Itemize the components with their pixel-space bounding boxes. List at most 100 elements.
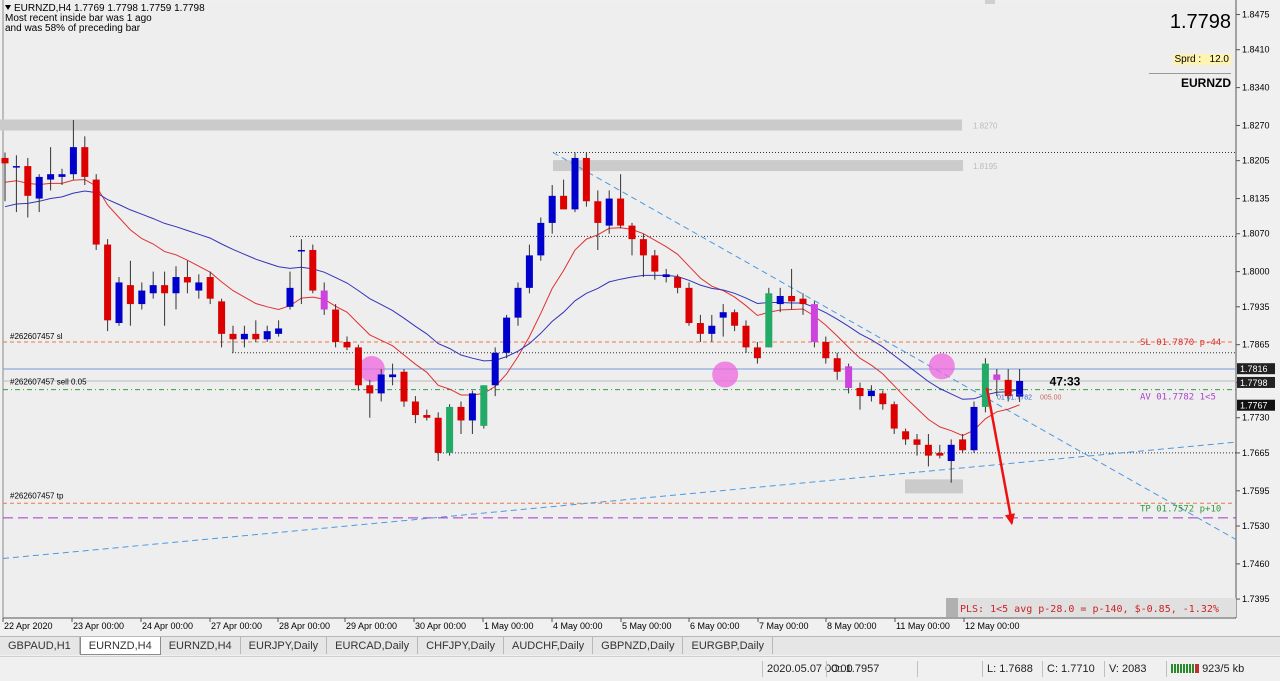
candle-body [446,406,454,453]
candle-body [411,401,419,416]
candle-body [218,301,226,334]
resistance-zone [0,119,962,131]
candle-body [309,249,317,291]
candle-body [674,277,682,288]
sl-right-label: SL 01.7870 p-44 [1140,338,1221,348]
y-tick-label: 1.8475 [1242,10,1270,20]
collapse-triangle-icon[interactable] [5,5,11,10]
candle-body [890,404,898,429]
candle-body [81,147,89,177]
status-close: C: 1.7710 [1042,661,1099,677]
inside-bar-info-2: and was 58% of preceding bar [5,23,141,34]
candle-body [491,352,499,386]
candle-body [115,282,123,324]
chart-tab[interactable]: EURNZD,H4 [161,637,241,654]
candle-body [902,431,910,440]
candle-body [810,304,818,342]
candle-body [867,390,875,397]
chart-tab[interactable]: GBPAUD,H1 [0,637,80,654]
candle-body [560,195,568,210]
chart-tab[interactable]: EURJPY,Daily [241,637,328,654]
x-tick-label: 30 Apr 00:00 [415,621,466,631]
y-tick-label: 1.7865 [1242,340,1270,350]
y-tick-label: 1.7935 [1242,302,1270,312]
candle-body [252,333,260,340]
candle-body [788,295,796,302]
candle-body [981,363,989,407]
chart-tab[interactable]: GBPNZD,Daily [593,637,684,654]
candle [537,217,545,261]
status-bar: 2020.05.07 00:00 O: 1.7957 L: 1.7688 C: … [0,656,1280,681]
candle-body [685,287,693,324]
candle [765,287,773,348]
candle-body [332,309,340,342]
y-tick-label: 1.7395 [1242,594,1270,604]
y-tick-label: 1.8000 [1242,267,1270,277]
candle-body [856,387,864,397]
candle-body [913,439,921,445]
spread-display: Sprd : 12.0 [1172,54,1231,65]
y-tick-label: 1.8340 [1242,83,1270,93]
x-tick-label: 29 Apr 00:00 [346,621,397,631]
status-low: L: 1.7688 [982,661,1037,677]
supply-zone-label: 1.8195 [973,162,998,171]
candle-body [92,179,100,245]
status-open: O: 1.7957 [826,661,883,677]
tp-right-label: TP 01.7572 p+10 [1140,504,1221,514]
candle-body [514,287,522,318]
candle-body [879,393,887,405]
candle-body [297,249,305,252]
status-high-empty [917,661,984,677]
candle-body [537,222,545,256]
status-traffic: 923/5 kb [1166,661,1248,677]
chart-tab[interactable]: CHFJPY,Daily [418,637,505,654]
candle [981,358,989,413]
candle [446,404,454,456]
candle [480,385,488,429]
candle-body [12,166,20,168]
pattern-highlight-circle-3 [928,353,955,380]
candle-body [161,285,169,294]
chart-tab[interactable]: AUDCHF,Daily [504,637,594,654]
price-chart[interactable]: 1.8270 1.8195 47:33 #262607457 sl #262607457… [0,0,1280,636]
x-tick-label: 24 Apr 00:00 [142,621,193,631]
candle-body [468,393,476,421]
candle-body [366,385,374,394]
candle-body [628,225,636,240]
bid-price-tag: 1.7798 [1240,378,1268,388]
chart-tab[interactable]: EURCAD,Daily [327,637,419,654]
candle-body [594,201,602,223]
sell-price-tag: 1.7767 [1240,401,1268,411]
chart-tab[interactable]: EURNZD,H4 [79,637,161,655]
candle-body [480,385,488,426]
x-tick-label: 28 Apr 00:00 [279,621,330,631]
candle [810,301,818,348]
resistance-zone-label: 1.8270 [973,121,998,130]
candle [92,174,100,250]
x-tick-label: 11 May 00:00 [896,621,950,631]
y-tick-label: 1.8135 [1242,194,1270,204]
chart-tab[interactable]: EURGBP,Daily [683,637,774,654]
x-tick-label: 22 Apr 2020 [4,621,53,631]
candle-body [571,157,579,210]
y-tick-label: 1.7595 [1242,486,1270,496]
candle-body [525,255,533,288]
y-tick-label: 1.8410 [1242,45,1270,55]
candle-body [708,325,716,334]
sl-order-label: #262607457 sl [10,332,63,341]
x-tick-label: 1 May 00:00 [484,621,534,631]
candle-body [240,333,248,340]
candle-body [548,195,556,223]
candle-body [172,277,180,294]
pl-panel-marker [946,598,958,617]
x-tick-label: 5 May 00:00 [622,621,672,631]
candle-body [936,452,944,456]
candle-body [457,406,465,421]
candle-body [947,444,955,462]
traffic-bars-icon [1171,664,1199,673]
candle-body [354,347,362,386]
candle-body [605,198,613,226]
x-tick-label: 4 May 00:00 [553,621,603,631]
candle [685,282,693,326]
candle-body [993,374,1001,380]
